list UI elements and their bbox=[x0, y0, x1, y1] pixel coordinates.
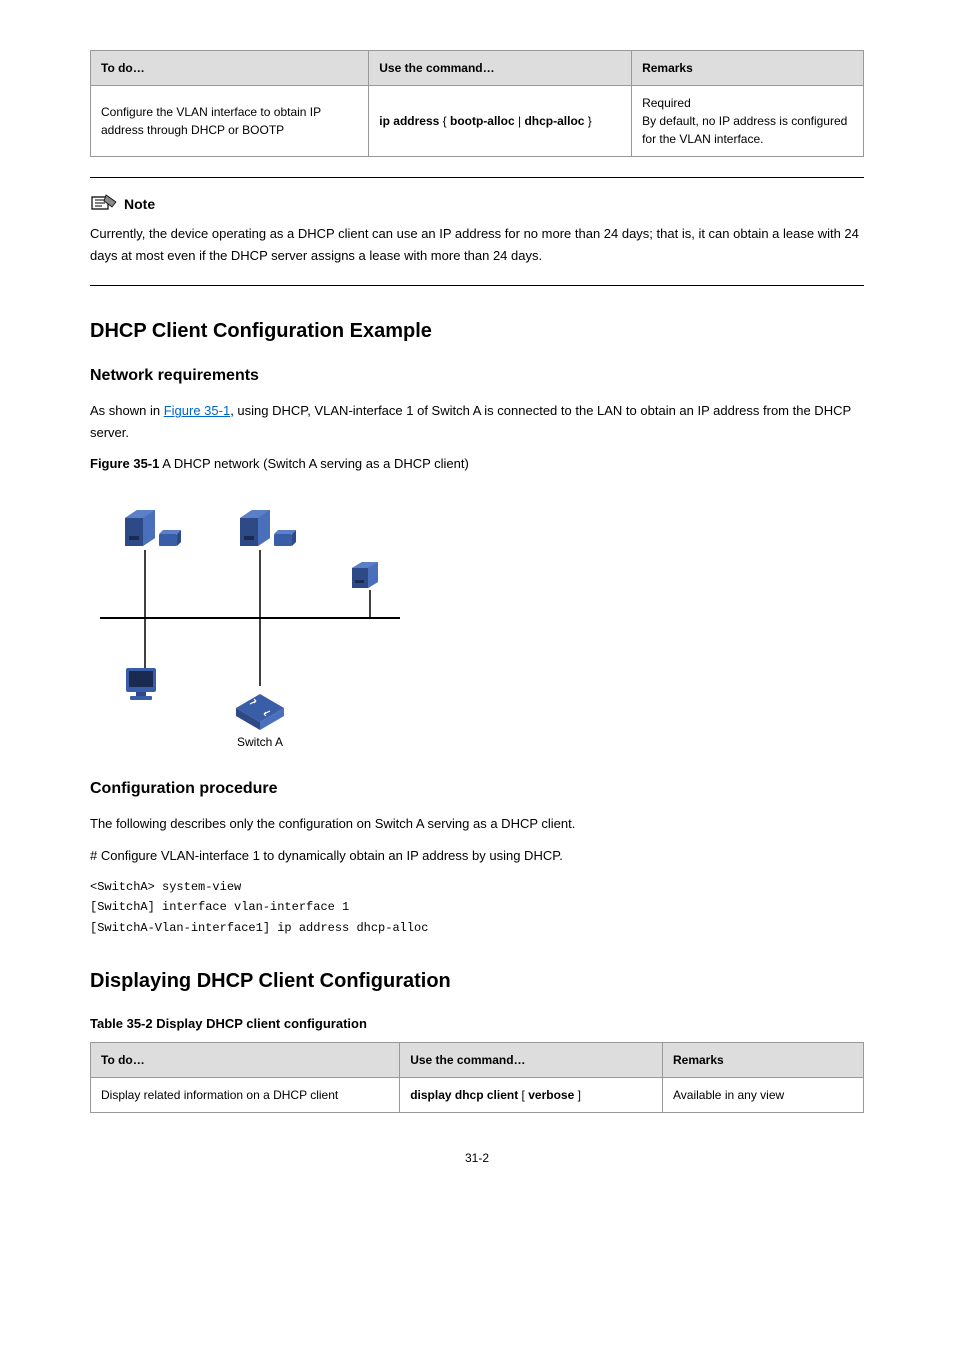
th2-remarks: Remarks bbox=[663, 1042, 864, 1077]
note-text: Currently, the device operating as a DHC… bbox=[90, 223, 864, 267]
note-header: Note bbox=[90, 193, 864, 215]
network-diagram: Switch A bbox=[90, 488, 420, 753]
th-command: Use the command… bbox=[369, 51, 632, 86]
display-table: To do… Use the command… Remarks Display … bbox=[90, 1042, 864, 1113]
heading-config-procedure: Configuration procedure bbox=[90, 777, 864, 801]
figure-caption-text: A DHCP network (Switch A serving as a DH… bbox=[159, 456, 468, 471]
netreq-paragraph: As shown in Figure 35-1, using DHCP, VLA… bbox=[90, 400, 864, 444]
cmd-text: ip address { bootp-alloc | dhcp-alloc } bbox=[379, 114, 592, 128]
table2-caption: Table 35-2 Display DHCP client configura… bbox=[90, 1014, 864, 1034]
th2-todo: To do… bbox=[91, 1042, 400, 1077]
th2-command: Use the command… bbox=[400, 1042, 663, 1077]
switch-label: Switch A bbox=[237, 735, 283, 749]
note-icon bbox=[90, 193, 118, 215]
netreq-text-a: As shown in bbox=[90, 403, 164, 418]
cell-remarks: Required By default, no IP address is co… bbox=[632, 86, 864, 157]
proc-desc: The following describes only the configu… bbox=[90, 813, 864, 835]
cell2-command: display dhcp client [ verbose ] bbox=[400, 1077, 663, 1112]
th-remarks: Remarks bbox=[632, 51, 864, 86]
heading-network-requirements: Network requirements bbox=[90, 364, 864, 388]
cell-todo: Configure the VLAN interface to obtain I… bbox=[91, 86, 369, 157]
th-todo: To do… bbox=[91, 51, 369, 86]
remarks-required: Required bbox=[642, 94, 853, 112]
figure-caption: Figure 35-1 A DHCP network (Switch A ser… bbox=[90, 454, 864, 474]
code-block: <SwitchA> system-view [SwitchA] interfac… bbox=[90, 877, 864, 938]
config-table: To do… Use the command… Remarks Configur… bbox=[90, 50, 864, 157]
cell2-todo: Display related information on a DHCP cl… bbox=[91, 1077, 400, 1112]
table-row: Display related information on a DHCP cl… bbox=[91, 1077, 864, 1112]
cell-command: ip address { bootp-alloc | dhcp-alloc } bbox=[369, 86, 632, 157]
table-row: Configure the VLAN interface to obtain I… bbox=[91, 86, 864, 157]
proc-step: # Configure VLAN-interface 1 to dynamica… bbox=[90, 845, 864, 867]
note-label: Note bbox=[124, 194, 155, 215]
figure-link[interactable]: Figure 35-1 bbox=[164, 403, 230, 418]
note-box: Note Currently, the device operating as … bbox=[90, 177, 864, 286]
heading-display: Displaying DHCP Client Configuration bbox=[90, 966, 864, 996]
cell2-remarks: Available in any view bbox=[663, 1077, 864, 1112]
page-number: 31-2 bbox=[90, 1149, 864, 1167]
figure-label: Figure 35-1 bbox=[90, 456, 159, 471]
remarks-default: By default, no IP address is configured … bbox=[642, 112, 853, 148]
heading-config-example: DHCP Client Configuration Example bbox=[90, 316, 864, 346]
